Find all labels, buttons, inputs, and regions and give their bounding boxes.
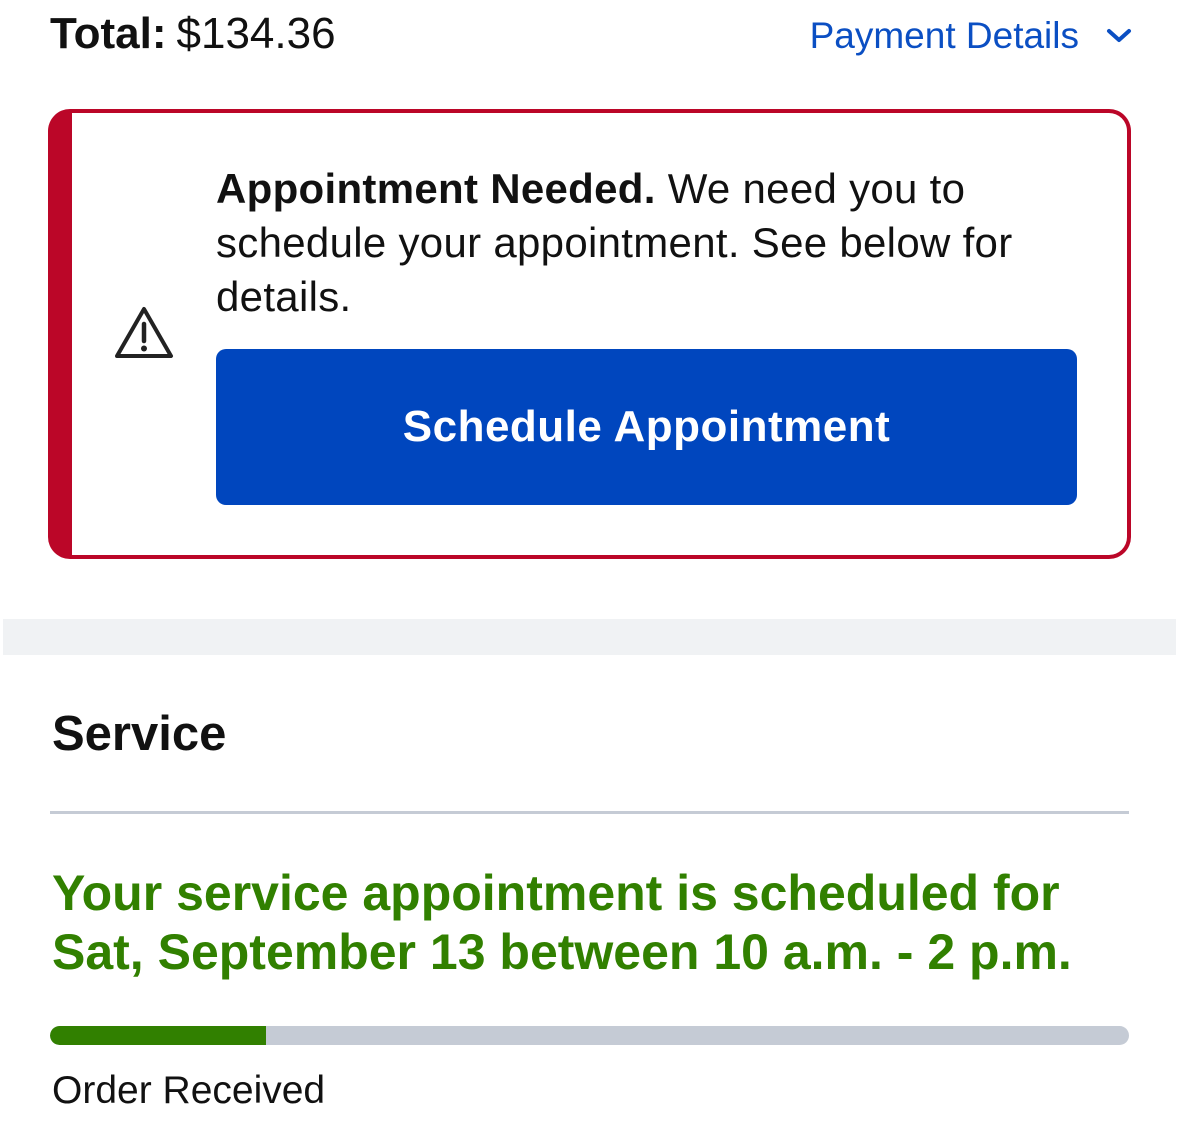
order-total: Total: $134.36	[50, 8, 336, 60]
total-amount: $134.36	[176, 9, 336, 58]
section-divider	[3, 619, 1176, 655]
schedule-appointment-button[interactable]: Schedule Appointment	[216, 349, 1077, 505]
payment-details-toggle[interactable]: Payment Details	[810, 14, 1135, 58]
service-section-title: Service	[52, 707, 227, 761]
chevron-down-icon	[1107, 29, 1131, 42]
appointment-status-text: Your service appointment is scheduled fo…	[52, 865, 1072, 980]
total-label: Total:	[50, 9, 167, 58]
warning-triangle-icon	[115, 307, 173, 358]
payment-details-label: Payment Details	[809, 15, 1079, 56]
alert-message: Appointment Needed. We need you to sched…	[216, 162, 1076, 324]
order-progress-fill	[50, 1026, 266, 1045]
order-progress-bar	[50, 1026, 1129, 1045]
divider-line	[50, 811, 1129, 814]
total-row: Total: $134.36 Payment Details	[50, 8, 1135, 64]
order-details-page: Total: $134.36 Payment Details Appointmen…	[0, 0, 1179, 1129]
alert-heading: Appointment Needed.	[216, 165, 656, 212]
progress-status-label: Order Received	[52, 1069, 326, 1112]
